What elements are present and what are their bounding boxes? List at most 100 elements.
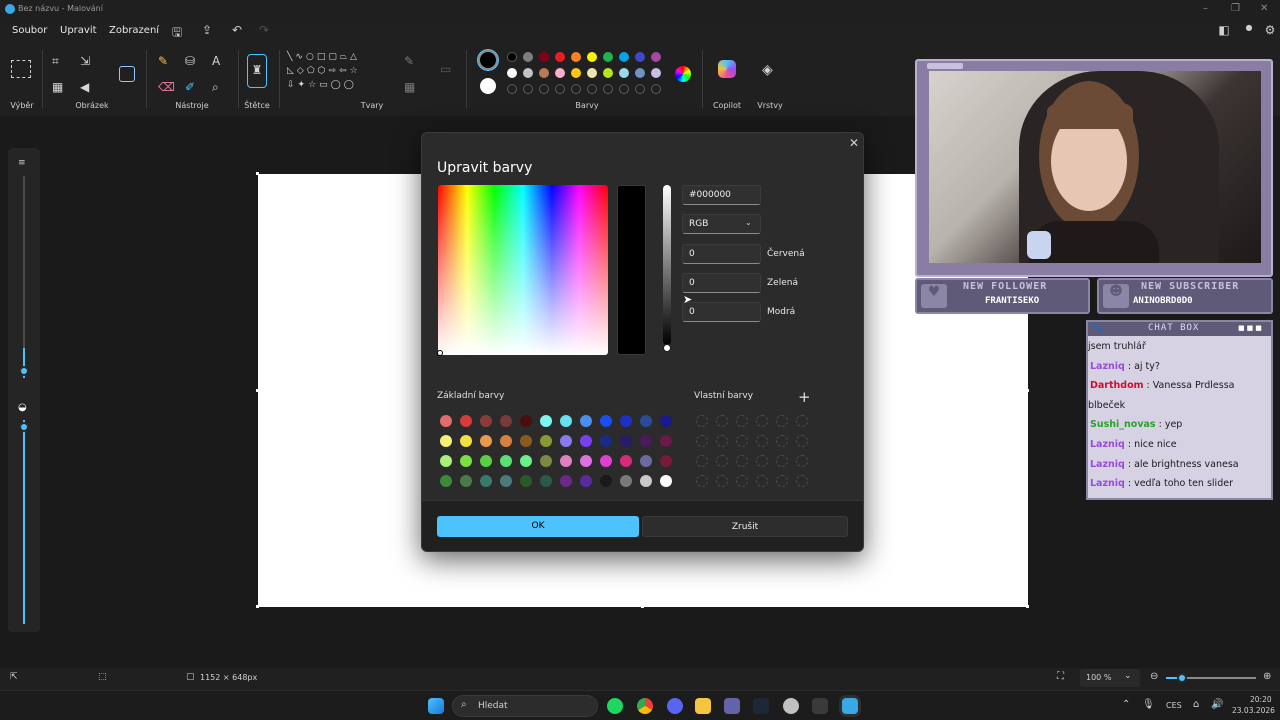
palette-color-swatch[interactable] xyxy=(651,68,661,78)
basic-color-swatch[interactable] xyxy=(620,475,632,487)
custom-color-slot[interactable] xyxy=(716,435,728,447)
shape-size-icon[interactable]: ▭ xyxy=(440,62,451,76)
zoom-slider-thumb[interactable] xyxy=(1177,673,1187,683)
clock-time[interactable]: 20:20 xyxy=(1250,695,1272,704)
custom-color-slot[interactable] xyxy=(696,435,708,447)
palette-color-swatch[interactable] xyxy=(523,68,533,78)
basic-color-swatch[interactable] xyxy=(500,475,512,487)
basic-color-swatch[interactable] xyxy=(560,435,572,447)
palette-color-swatch[interactable] xyxy=(571,52,581,62)
add-custom-color-icon[interactable]: + xyxy=(798,388,811,406)
basic-color-swatch[interactable] xyxy=(580,435,592,447)
crop-icon[interactable]: ⌗ xyxy=(52,54,59,69)
blue-input[interactable]: 0 xyxy=(682,302,761,322)
custom-color-slot[interactable] xyxy=(756,475,768,487)
file-explorer-icon[interactable] xyxy=(695,698,711,714)
palette-color-swatch[interactable] xyxy=(523,84,533,94)
basic-color-swatch[interactable] xyxy=(640,455,652,467)
palette-color-swatch[interactable] xyxy=(507,52,517,62)
custom-color-slot[interactable] xyxy=(696,475,708,487)
spectrum-cursor[interactable] xyxy=(437,350,443,356)
canvas-resize-handle[interactable] xyxy=(256,605,259,608)
palette-color-swatch[interactable] xyxy=(619,68,629,78)
basic-color-swatch[interactable] xyxy=(560,415,572,427)
share-icon[interactable]: ⇪ xyxy=(199,23,215,39)
custom-color-slot[interactable] xyxy=(796,475,808,487)
secondary-color-swatch[interactable] xyxy=(480,78,496,94)
minimize-icon[interactable]: – xyxy=(1203,3,1208,14)
palette-color-swatch[interactable] xyxy=(539,84,549,94)
basic-color-swatch[interactable] xyxy=(640,475,652,487)
basic-color-swatch[interactable] xyxy=(480,435,492,447)
basic-color-swatch[interactable] xyxy=(440,455,452,467)
resize-icon[interactable]: ⇲ xyxy=(80,54,90,68)
basic-color-swatch[interactable] xyxy=(460,475,472,487)
custom-color-slot[interactable] xyxy=(736,475,748,487)
background-removal-icon[interactable]: ▦ xyxy=(52,80,63,94)
palette-color-swatch[interactable] xyxy=(571,68,581,78)
layers-icon[interactable]: ◈ xyxy=(762,62,773,78)
basic-color-swatch[interactable] xyxy=(540,435,552,447)
eraser-icon[interactable]: ⌫ xyxy=(158,80,175,94)
palette-color-swatch[interactable] xyxy=(651,84,661,94)
color-spectrum[interactable] xyxy=(438,185,608,355)
network-icon[interactable]: ⌂ xyxy=(1193,699,1199,710)
outline-icon[interactable]: ✎ xyxy=(404,54,414,68)
color-picker-icon[interactable]: ✐ xyxy=(185,80,195,94)
palette-color-swatch[interactable] xyxy=(587,68,597,78)
basic-color-swatch[interactable] xyxy=(440,415,452,427)
basic-color-swatch[interactable] xyxy=(620,455,632,467)
palette-color-swatch[interactable] xyxy=(635,68,645,78)
basic-color-swatch[interactable] xyxy=(640,415,652,427)
menu-view[interactable]: Zobrazení xyxy=(109,25,159,36)
microphone-icon[interactable]: 🎙 xyxy=(1142,699,1155,710)
chevron-up-icon[interactable]: ⌃ xyxy=(1122,699,1130,710)
canvas-resize-handle[interactable] xyxy=(1026,605,1029,608)
custom-color-slot[interactable] xyxy=(776,415,788,427)
shapes-gallery-icon[interactable]: ╲∿○□▢⏢△ ◺◇⬠⬡⇨⇦☆ ⇩✦☆▭◯◯ xyxy=(287,50,393,92)
volume-icon[interactable]: 🔊 xyxy=(1211,699,1223,710)
basic-color-swatch[interactable] xyxy=(520,435,532,447)
basic-color-swatch[interactable] xyxy=(520,415,532,427)
palette-color-swatch[interactable] xyxy=(603,84,613,94)
image-select-icon[interactable] xyxy=(119,66,135,82)
palette-color-swatch[interactable] xyxy=(587,84,597,94)
basic-color-swatch[interactable] xyxy=(640,435,652,447)
basic-color-swatch[interactable] xyxy=(460,455,472,467)
basic-color-swatch[interactable] xyxy=(440,475,452,487)
basic-color-swatch[interactable] xyxy=(660,455,672,467)
custom-color-slot[interactable] xyxy=(736,435,748,447)
basic-color-swatch[interactable] xyxy=(600,415,612,427)
palette-color-swatch[interactable] xyxy=(571,84,581,94)
palette-color-swatch[interactable] xyxy=(555,52,565,62)
opacity-slider-track[interactable] xyxy=(23,420,25,624)
spotify-icon[interactable] xyxy=(607,698,623,714)
basic-color-swatch[interactable] xyxy=(540,475,552,487)
basic-color-swatch[interactable] xyxy=(480,455,492,467)
clock-date[interactable]: 23.03.2026 xyxy=(1232,706,1275,715)
palette-color-swatch[interactable] xyxy=(507,84,517,94)
basic-color-swatch[interactable] xyxy=(620,435,632,447)
palette-color-swatch[interactable] xyxy=(539,68,549,78)
menu-file[interactable]: Soubor xyxy=(12,25,47,36)
custom-color-slot[interactable] xyxy=(716,475,728,487)
basic-color-swatch[interactable] xyxy=(560,475,572,487)
luminance-slider[interactable] xyxy=(663,185,671,345)
palette-color-swatch[interactable] xyxy=(635,52,645,62)
basic-color-swatch[interactable] xyxy=(480,475,492,487)
size-slider-thumb[interactable] xyxy=(19,366,29,376)
basic-color-swatch[interactable] xyxy=(540,415,552,427)
save-icon[interactable]: 🖫 xyxy=(169,23,185,39)
palette-color-swatch[interactable] xyxy=(555,68,565,78)
basic-color-swatch[interactable] xyxy=(460,435,472,447)
fill-bucket-icon[interactable]: ⛁ xyxy=(185,54,195,68)
custom-color-slot[interactable] xyxy=(736,455,748,467)
palette-color-swatch[interactable] xyxy=(555,84,565,94)
red-input[interactable]: 0 xyxy=(682,244,761,264)
menu-edit[interactable]: Upravit xyxy=(60,25,97,36)
rotate-icon[interactable]: ◀ xyxy=(80,80,89,94)
zoom-in-icon[interactable]: ⊕ xyxy=(1263,671,1271,682)
custom-color-slot[interactable] xyxy=(756,415,768,427)
copilot-icon[interactable] xyxy=(718,60,736,78)
basic-color-swatch[interactable] xyxy=(660,435,672,447)
